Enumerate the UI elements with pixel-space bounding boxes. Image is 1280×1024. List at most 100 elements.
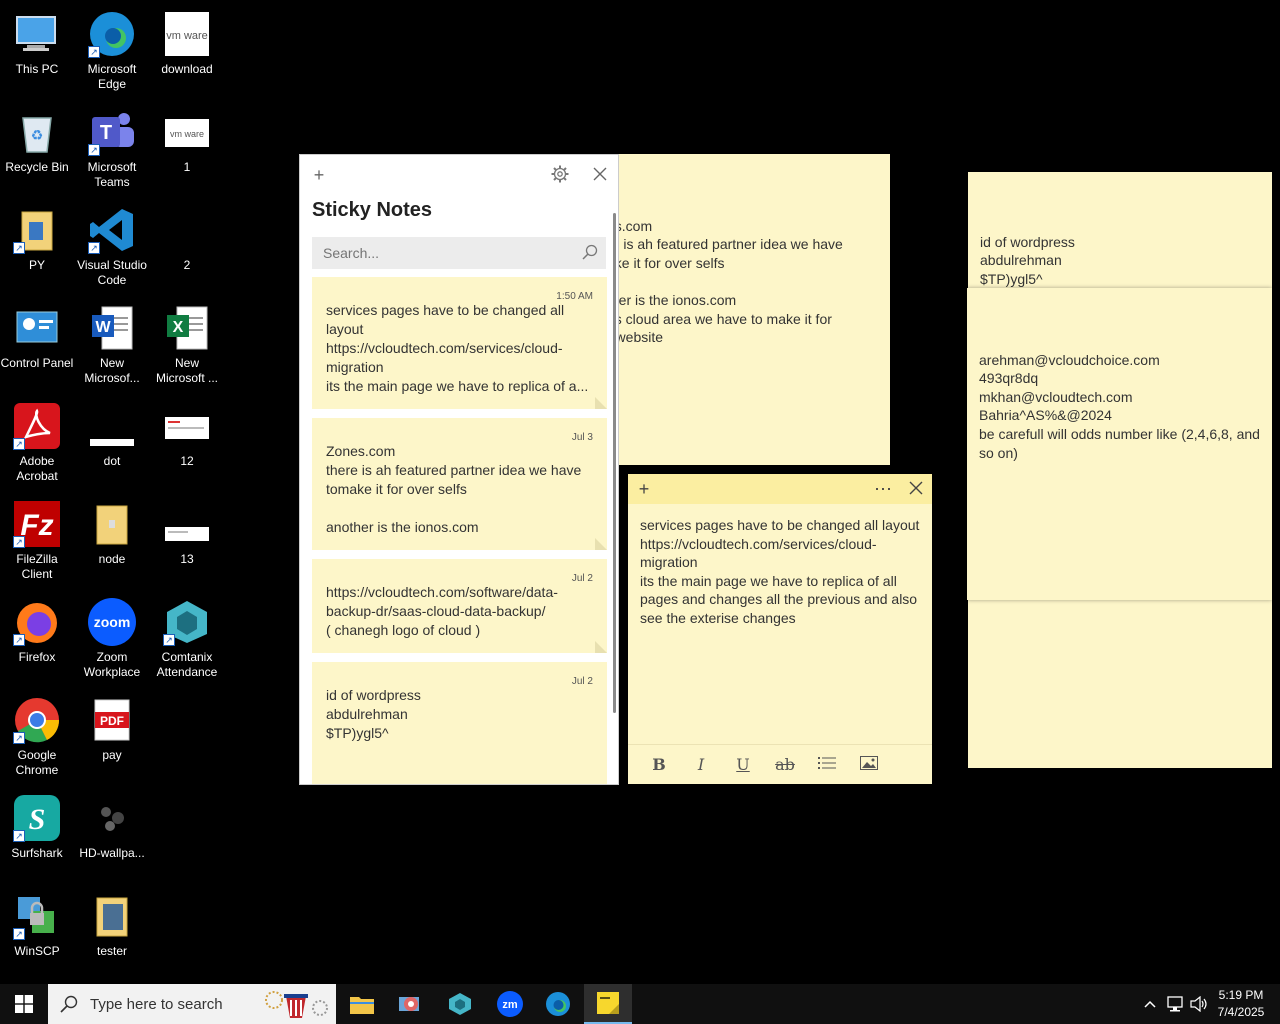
- chevron-up-icon: [1144, 1000, 1156, 1008]
- desktop-icon-teams[interactable]: T ↗ Microsoft Teams: [75, 102, 149, 190]
- show-hidden-icons-button[interactable]: [1140, 984, 1160, 1024]
- desktop-icon-firefox[interactable]: ↗ Firefox: [0, 592, 74, 665]
- sticky-note-wordpress[interactable]: id of wordpress abdulrehman $TP)ygl5^: [968, 172, 1272, 290]
- desktop-icon-download[interactable]: vm ware download: [150, 4, 224, 77]
- taskbar-file-explorer[interactable]: [338, 984, 386, 1024]
- svg-text:X: X: [173, 319, 184, 336]
- close-button[interactable]: [906, 479, 926, 499]
- insert-image-button[interactable]: [848, 750, 890, 780]
- zoom-icon: zoom: [88, 598, 136, 646]
- bold-button[interactable]: B: [638, 750, 680, 780]
- underline-button[interactable]: U: [722, 750, 764, 780]
- file-explorer-icon: [350, 997, 374, 1014]
- word-icon: W: [88, 304, 136, 352]
- network-button[interactable]: [1164, 984, 1186, 1024]
- search-box: [312, 237, 606, 269]
- scrollbar[interactable]: [613, 213, 616, 713]
- search-icon[interactable]: [582, 244, 598, 260]
- close-icon: [593, 167, 607, 181]
- note-text[interactable]: arehman@vcloudchoice.com 493qr8dq mkhan@…: [979, 351, 1260, 463]
- bullet-list-button[interactable]: [806, 750, 848, 780]
- note-text[interactable]: es.com re is ah featured partner idea we…: [619, 217, 880, 347]
- page-title: Sticky Notes: [312, 199, 433, 221]
- screenshot-icon: [163, 500, 211, 548]
- clock-date: 7/4/2025: [1217, 1005, 1265, 1019]
- note-card[interactable]: Jul 2 https://vcloudtech.com/software/da…: [312, 559, 607, 653]
- taskbar-remote-desktop[interactable]: [386, 984, 434, 1024]
- filezilla-icon: Fz ↗: [13, 500, 61, 548]
- search-input[interactable]: [312, 237, 606, 269]
- firefox-icon: ↗: [13, 598, 61, 646]
- desktop-icon-filezilla[interactable]: Fz ↗ FileZilla Client: [0, 494, 74, 582]
- sticky-note-emails[interactable]: arehman@vcloudchoice.com 493qr8dq mkhan@…: [967, 288, 1272, 600]
- clock-time: 5:19 PM: [1218, 988, 1264, 1002]
- winscp-icon: ↗: [13, 892, 61, 940]
- sticky-note-zones[interactable]: es.com re is ah featured partner idea we…: [619, 154, 890, 465]
- desktop-icon-node[interactable]: node: [75, 494, 149, 567]
- excel-icon: X: [163, 304, 211, 352]
- note-text[interactable]: id of wordpress abdulrehman $TP)ygl5^: [980, 233, 1260, 289]
- desktop-icon-excel-doc[interactable]: X New Microsoft ...: [150, 298, 224, 386]
- clock[interactable]: 5:19 PM 7/4/2025: [1206, 987, 1276, 1021]
- note-date: Jul 2: [571, 676, 593, 687]
- strikethrough-button[interactable]: ab: [764, 750, 806, 780]
- svg-text:zoom: zoom: [94, 614, 131, 630]
- desktop-icon-winscp[interactable]: ↗ WinSCP: [0, 886, 74, 959]
- folder-icon: ↗: [13, 206, 61, 254]
- desktop-icon-this-pc[interactable]: This PC: [0, 4, 74, 77]
- taskbar-zoom[interactable]: zm: [486, 984, 534, 1024]
- desktop-icon-13[interactable]: 13: [150, 494, 224, 567]
- taskbar-comtanix[interactable]: [436, 984, 484, 1024]
- svg-text:zm: zm: [502, 999, 518, 1011]
- desktop-icon-hd-wallpaper[interactable]: HD-wallpa...: [75, 788, 149, 861]
- desktop-icon-recycle-bin[interactable]: ♻ Recycle Bin: [0, 102, 74, 175]
- sticky-notes-list-window: + Sticky Notes 1:50 AM services pages ha…: [299, 154, 619, 785]
- image-icon: [88, 402, 136, 450]
- taskbar-search[interactable]: Type here to search: [48, 984, 336, 1024]
- desktop-icon-surfshark[interactable]: S ↗ Surfshark: [0, 788, 74, 861]
- note-preview: services pages have to be changed all la…: [326, 302, 589, 394]
- desktop-icon-1[interactable]: vm ware 1: [150, 102, 224, 175]
- desktop-icon-py[interactable]: ↗ PY: [0, 200, 74, 273]
- note-card[interactable]: Jul 2 id of wordpress abdulrehman $TP)yg…: [312, 662, 607, 784]
- vmware-icon: vm ware: [163, 10, 211, 58]
- teams-icon: T ↗: [88, 108, 136, 156]
- svg-text:PDF: PDF: [100, 714, 124, 728]
- desktop-icon-zoom[interactable]: zoom Zoom Workplace: [75, 592, 149, 680]
- search-highlight-icon: [265, 991, 328, 1018]
- settings-button[interactable]: [550, 165, 570, 185]
- desktop-icon-tester[interactable]: tester: [75, 886, 149, 959]
- taskbar-edge[interactable]: [534, 984, 582, 1024]
- desktop-icon-dot[interactable]: dot: [75, 396, 149, 469]
- note-editor[interactable]: services pages have to be changed all la…: [628, 504, 932, 744]
- desktop-icon-chrome[interactable]: ↗ Google Chrome: [0, 690, 74, 778]
- desktop-icon-2[interactable]: 2: [150, 200, 224, 273]
- note-card[interactable]: Jul 3 Zones.com there is ah featured par…: [312, 418, 607, 550]
- desktop-icon-pay[interactable]: PDF pay: [75, 690, 149, 763]
- note-fold: [595, 538, 607, 550]
- svg-text:Fz: Fz: [20, 509, 53, 542]
- more-options-button[interactable]: ⋯: [873, 479, 893, 499]
- italic-button[interactable]: I: [680, 750, 722, 780]
- add-note-button[interactable]: +: [634, 479, 654, 499]
- desktop-icon-comtanix[interactable]: ↗ Comtanix Attendance: [150, 592, 224, 680]
- desktop-icon-word-doc[interactable]: W New Microsof...: [75, 298, 149, 386]
- note-card[interactable]: 1:50 AM services pages have to be change…: [312, 277, 607, 409]
- desktop-icon-12[interactable]: 12: [150, 396, 224, 469]
- desktop-icon-adobe-acrobat[interactable]: ↗ Adobe Acrobat: [0, 396, 74, 484]
- close-button[interactable]: [590, 165, 610, 185]
- note-titlebar[interactable]: + ⋯: [628, 474, 932, 504]
- sticky-note-active[interactable]: + ⋯ services pages have to be changed al…: [628, 474, 932, 784]
- remote-desktop-icon: [399, 997, 419, 1011]
- network-icon: [1167, 996, 1183, 1012]
- svg-text:vm ware: vm ware: [166, 30, 208, 42]
- sticky-note-empty[interactable]: [968, 600, 1272, 768]
- desktop-icon-vscode[interactable]: ↗ Visual Studio Code: [75, 200, 149, 288]
- add-note-button[interactable]: +: [309, 165, 329, 185]
- this-pc-icon: [13, 10, 61, 58]
- desktop-icon-edge[interactable]: ↗ Microsoft Edge: [75, 4, 149, 92]
- start-button[interactable]: [0, 984, 48, 1024]
- taskbar-sticky-notes[interactable]: [584, 984, 632, 1024]
- desktop-icon-control-panel[interactable]: Control Panel: [0, 298, 74, 371]
- folder-icon: [88, 892, 136, 940]
